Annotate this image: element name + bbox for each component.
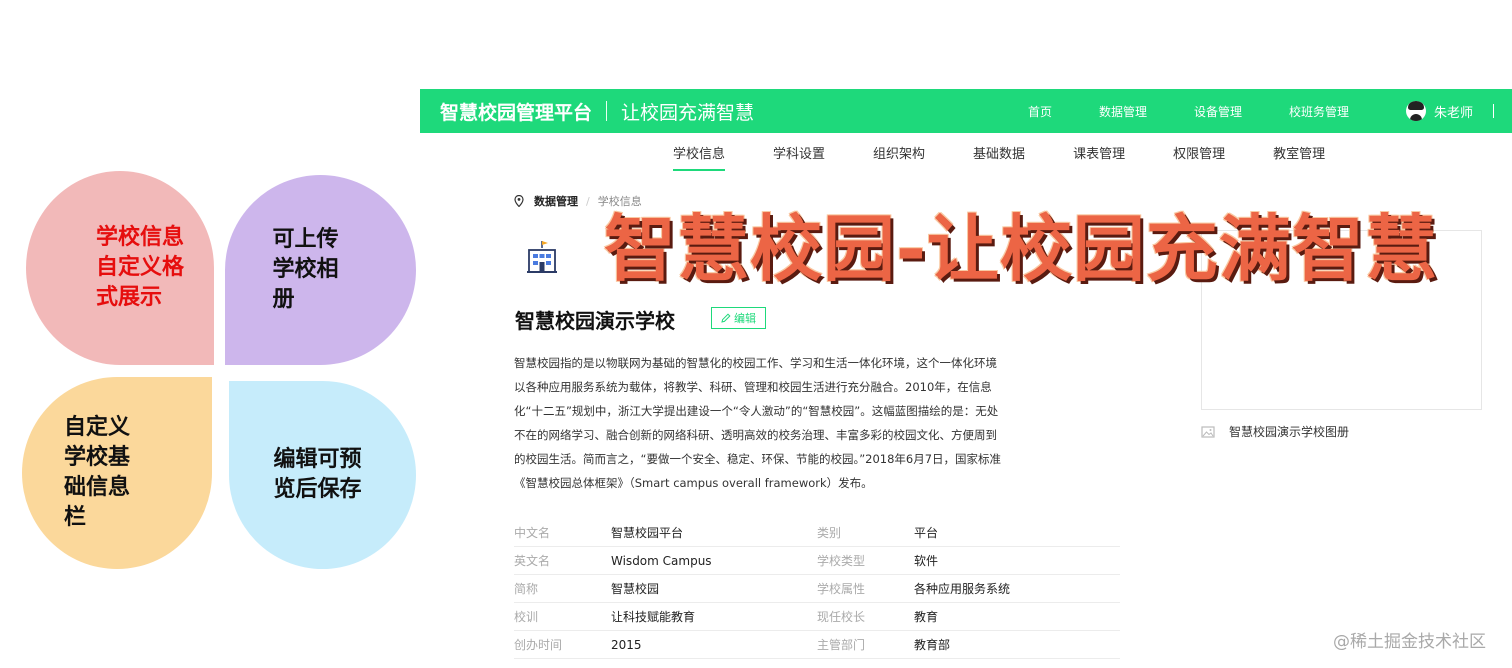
info-value: 软件 (914, 554, 939, 568)
nav-data-management[interactable]: 数据管理 (1099, 103, 1147, 120)
table-row: 创办时间 2015 主管部门 教育部 (514, 631, 1120, 659)
top-header: 智慧校园管理平台 让校园充满智慧 首页 数据管理 设备管理 校班务管理 朱老师 (420, 89, 1512, 133)
brand-divider (606, 101, 608, 121)
info-value: Wisdom Campus (611, 553, 712, 568)
info-value: 教育 (914, 610, 939, 624)
table-row: 简称 智慧校园 学校属性 各种应用服务系统 (514, 575, 1120, 603)
info-label: 英文名 (514, 554, 551, 568)
info-label: 主管部门 (817, 638, 866, 652)
tab-schedule[interactable]: 课表管理 (1073, 143, 1125, 171)
tab-school-info[interactable]: 学校信息 (673, 143, 726, 171)
image-icon (1201, 425, 1215, 438)
info-label: 校训 (514, 610, 539, 624)
petal-text: 编辑可预 览后保存 (273, 447, 362, 502)
watermark: @稀土掘金技术社区 (1333, 632, 1486, 652)
album-label[interactable]: 智慧校园演示学校图册 (1229, 423, 1349, 440)
brand-slogan: 让校园充满智慧 (621, 101, 755, 124)
petal-custom-info-bar: 自定义 学校基 础信息 栏 (22, 377, 212, 569)
user-name[interactable]: 朱老师 (1434, 102, 1473, 121)
tab-subject-settings[interactable]: 学科设置 (773, 143, 825, 171)
user-menu[interactable]: 朱老师 (1406, 89, 1495, 133)
breadcrumb-separator: / (586, 194, 590, 208)
info-label: 学校属性 (817, 582, 866, 596)
tab-basic-data[interactable]: 基础数据 (973, 143, 1025, 171)
petal-upload-album: 可上传 学校相 册 (225, 175, 416, 365)
info-value: 让科技赋能教育 (611, 610, 696, 624)
edit-pencil-icon (721, 313, 731, 323)
description-line: 以各种应用服务系统为载体，将教学、科研、管理和校园生活进行充分融合。2010年，… (514, 380, 992, 394)
tab-organization[interactable]: 组织架构 (873, 143, 925, 171)
breadcrumb-data-management[interactable]: 数据管理 (534, 193, 578, 209)
petal-text: 学校信息 自定义格 式展示 (95, 225, 184, 310)
info-value: 2015 (611, 637, 642, 652)
tab-classroom[interactable]: 教室管理 (1273, 143, 1325, 171)
petal-edit-preview-save: 编辑可预 览后保存 (229, 381, 416, 569)
description-line: 的校园生活。简而言之，“要做一个安全、稳定、环保、节能的校园。”2018年6月7… (514, 452, 1002, 466)
petal-text: 自定义 学校基 础信息 栏 (63, 415, 130, 530)
info-value: 平台 (914, 526, 939, 540)
table-row: 中文名 智慧校园平台 类别 平台 (514, 519, 1120, 547)
school-info-table: 中文名 智慧校园平台 类别 平台 英文名 Wisdom Campus 学校类型 … (514, 519, 1120, 659)
edit-button[interactable]: 编辑 (711, 307, 766, 329)
header-divider (1493, 104, 1495, 118)
overlay-title: 智慧校园-让校园充满智慧 (604, 207, 1438, 291)
brand-title[interactable]: 智慧校园管理平台 (440, 98, 592, 125)
table-row: 英文名 Wisdom Campus 学校类型 软件 (514, 547, 1120, 575)
school-building-icon (527, 241, 557, 273)
location-pin-icon (514, 195, 524, 207)
info-label: 类别 (817, 526, 842, 540)
tab-permissions[interactable]: 权限管理 (1173, 143, 1225, 171)
info-label: 现任校长 (817, 610, 866, 624)
nav-home[interactable]: 首页 (1028, 103, 1052, 120)
album-link[interactable]: 智慧校园演示学校图册 (1201, 423, 1349, 440)
info-label: 创办时间 (514, 638, 563, 652)
table-row: 校训 让科技赋能教育 现任校长 教育 (514, 603, 1120, 631)
info-label: 简称 (514, 582, 539, 596)
info-value: 教育部 (914, 638, 951, 652)
nav-device-management[interactable]: 设备管理 (1194, 103, 1242, 120)
top-nav: 首页 数据管理 设备管理 校班务管理 (1028, 89, 1349, 133)
school-name: 智慧校园演示学校 (515, 309, 675, 333)
description-line: 化“十二五”规划中，浙江大学提出建设一个“令人激动”的“智慧校园”。这幅蓝图描绘… (514, 404, 999, 418)
info-value: 智慧校园 (611, 582, 660, 596)
info-label: 学校类型 (817, 554, 866, 568)
nav-class-affairs[interactable]: 校班务管理 (1289, 103, 1349, 120)
school-description: 智慧校园指的是以物联网为基础的智慧化的校园工作、学习和生活一体化环境，这个一体化… (514, 351, 1002, 495)
description-line: 《智慧校园总体框架》（Smart campus overall framewor… (514, 476, 873, 490)
description-line: 不在的网络学习、融合创新的网络科研、透明高效的校务治理、丰富多彩的校园文化、方便… (514, 428, 997, 442)
petal-text: 可上传 学校相 册 (272, 227, 339, 312)
description-line: 智慧校园指的是以物联网为基础的智慧化的校园工作、学习和生活一体化环境，这个一体化… (514, 356, 997, 370)
sub-nav: 学校信息 学科设置 组织架构 基础数据 课表管理 权限管理 教室管理 (673, 143, 1373, 171)
user-avatar-icon (1406, 101, 1426, 121)
edit-button-label: 编辑 (734, 312, 756, 325)
info-value: 智慧校园平台 (611, 526, 684, 540)
info-value: 各种应用服务系统 (914, 582, 1011, 596)
info-label: 中文名 (514, 526, 551, 540)
petal-school-info-format: 学校信息 自定义格 式展示 (26, 171, 214, 365)
